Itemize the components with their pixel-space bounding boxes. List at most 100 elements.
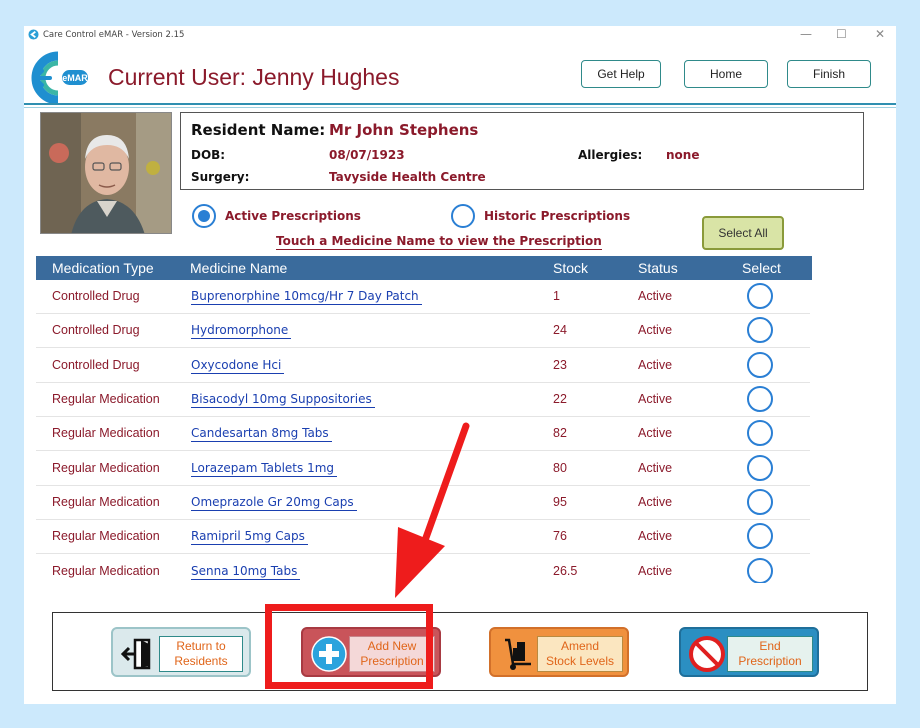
status-value: Active: [638, 529, 673, 543]
historic-radio[interactable]: [451, 204, 475, 228]
return-to-residents-label: Return to Residents: [159, 636, 243, 672]
select-checkbox[interactable]: [747, 283, 773, 309]
select-all-button[interactable]: Select All: [702, 216, 784, 250]
home-button[interactable]: Home: [684, 60, 768, 88]
status-value: Active: [638, 289, 673, 303]
status-value: Active: [638, 392, 673, 406]
select-checkbox[interactable]: [747, 386, 773, 412]
active-prescriptions-option[interactable]: Active Prescriptions: [192, 203, 361, 229]
emar-logo: eMAR: [31, 51, 88, 105]
app-icon: [28, 29, 39, 40]
table-row[interactable]: Regular Medication Omeprazole Gr 20mg Cap…: [36, 486, 810, 520]
select-checkbox[interactable]: [747, 420, 773, 446]
medication-type: Controlled Drug: [52, 323, 140, 337]
close-button[interactable]: ✕: [875, 27, 885, 41]
active-radio[interactable]: [192, 204, 216, 228]
stock-value: 23: [553, 358, 567, 372]
medication-type: Regular Medication: [52, 529, 160, 543]
surgery-label: Surgery:: [191, 170, 250, 184]
select-checkbox[interactable]: [747, 455, 773, 481]
historic-prescriptions-label: Historic Prescriptions: [484, 209, 631, 223]
medication-type: Regular Medication: [52, 392, 160, 406]
medicine-name-link[interactable]: Omeprazole Gr 20mg Caps: [191, 495, 357, 511]
dob-label: DOB:: [191, 148, 226, 162]
header-medicine-name: Medicine Name: [190, 260, 288, 276]
table-header: Medication Type Medicine Name Stock Stat…: [36, 256, 812, 280]
medicine-name-link[interactable]: Bisacodyl 10mg Suppositories: [191, 392, 375, 408]
amend-stock-levels-label: Amend Stock Levels: [537, 636, 623, 672]
medication-type: Controlled Drug: [52, 358, 140, 372]
table-row[interactable]: Regular Medication Ramipril 5mg Caps 76 Act…: [36, 520, 810, 554]
end-prescription-button[interactable]: End Prescription: [679, 627, 819, 677]
resident-name: Mr John Stephens: [329, 121, 479, 139]
dob-value: 08/07/1923: [329, 148, 405, 162]
status-value: Active: [638, 358, 673, 372]
table-row[interactable]: Regular Medication Lorazepam Tablets 1mg 8…: [36, 452, 810, 486]
table-row[interactable]: Controlled Drug Hydromorphone 24 Active: [36, 314, 810, 348]
status-value: Active: [638, 495, 673, 509]
medicine-name-link[interactable]: Candesartan 8mg Tabs: [191, 426, 332, 442]
no-entry-icon: [689, 636, 725, 672]
stock-value: 22: [553, 392, 567, 406]
stock-value: 80: [553, 461, 567, 475]
medication-type: Controlled Drug: [52, 289, 140, 303]
stock-value: 1: [553, 289, 560, 303]
highlight-box: [265, 604, 433, 689]
select-checkbox[interactable]: [747, 352, 773, 378]
stock-value: 24: [553, 323, 567, 337]
stock-value: 26.5: [553, 564, 578, 578]
status-value: Active: [638, 564, 673, 578]
return-to-residents-button[interactable]: Return to Residents: [111, 627, 251, 677]
medicine-name-link[interactable]: Buprenorphine 10mcg/Hr 7 Day Patch: [191, 289, 422, 305]
header-status: Status: [638, 260, 678, 276]
medicine-name-link[interactable]: Hydromorphone: [191, 323, 292, 339]
select-checkbox[interactable]: [747, 489, 773, 515]
status-value: Active: [638, 323, 673, 337]
medicine-name-link[interactable]: Lorazepam Tablets 1mg: [191, 461, 338, 477]
minimize-button[interactable]: —: [800, 27, 812, 41]
historic-prescriptions-option[interactable]: Historic Prescriptions: [451, 203, 630, 229]
get-help-button[interactable]: Get Help: [581, 60, 661, 88]
resident-name-label: Resident Name:: [191, 121, 326, 139]
select-checkbox[interactable]: [747, 558, 773, 583]
exit-door-icon: [121, 638, 151, 670]
medicine-name-link[interactable]: Senna 10mg Tabs: [191, 564, 301, 580]
stock-value: 82: [553, 426, 567, 440]
table-row[interactable]: Controlled Drug Buprenorphine 10mcg/Hr 7 …: [36, 280, 810, 314]
table-row[interactable]: Regular Medication Bisacodyl 10mg Supposi…: [36, 383, 810, 417]
table-row[interactable]: Controlled Drug Oxycodone Hci 23 Active: [36, 349, 810, 383]
action-panel: Return to Residents Add New Prescription…: [52, 612, 868, 691]
stock-value: 95: [553, 495, 567, 509]
medication-type: Regular Medication: [52, 461, 160, 475]
current-user-title: Current User: Jenny Hughes: [108, 64, 400, 90]
window-title: Care Control eMAR - Version 2.15: [43, 30, 185, 40]
table-row[interactable]: Regular Medication Senna 10mg Tabs 26.5 Act…: [36, 555, 810, 583]
logo-text: eMAR: [62, 73, 88, 83]
end-prescription-label: End Prescription: [727, 636, 813, 672]
select-checkbox[interactable]: [747, 523, 773, 549]
allergies-label: Allergies:: [578, 148, 643, 162]
stock-value: 76: [553, 529, 567, 543]
medication-type: Regular Medication: [52, 426, 160, 440]
resident-details: Resident Name: Mr John Stephens DOB: 08/…: [180, 112, 864, 190]
status-value: Active: [638, 426, 673, 440]
header-divider-thin: [24, 107, 896, 108]
touch-hint: Touch a Medicine Name to view the Prescr…: [276, 234, 602, 250]
header-divider: [24, 103, 896, 105]
amend-stock-levels-button[interactable]: Amend Stock Levels: [489, 627, 629, 677]
maximize-button[interactable]: ☐: [836, 27, 847, 41]
header-stock: Stock: [553, 260, 589, 276]
title-bar: Care Control eMAR - Version 2.15 — ☐ ✕: [24, 26, 896, 44]
table-row[interactable]: Regular Medication Candesartan 8mg Tabs 82…: [36, 417, 810, 451]
surgery-value: Tavyside Health Centre: [329, 170, 486, 184]
active-prescriptions-label: Active Prescriptions: [225, 209, 361, 223]
medicine-name-link[interactable]: Ramipril 5mg Caps: [191, 529, 308, 545]
medicine-name-link[interactable]: Oxycodone Hci: [191, 358, 285, 374]
status-value: Active: [638, 461, 673, 475]
select-checkbox[interactable]: [747, 317, 773, 343]
medication-type: Regular Medication: [52, 564, 160, 578]
hand-truck-icon: [505, 638, 531, 670]
finish-button[interactable]: Finish: [787, 60, 871, 88]
header-medication-type: Medication Type: [52, 260, 154, 276]
app-window: Care Control eMAR - Version 2.15 — ☐ ✕ e…: [24, 26, 896, 704]
